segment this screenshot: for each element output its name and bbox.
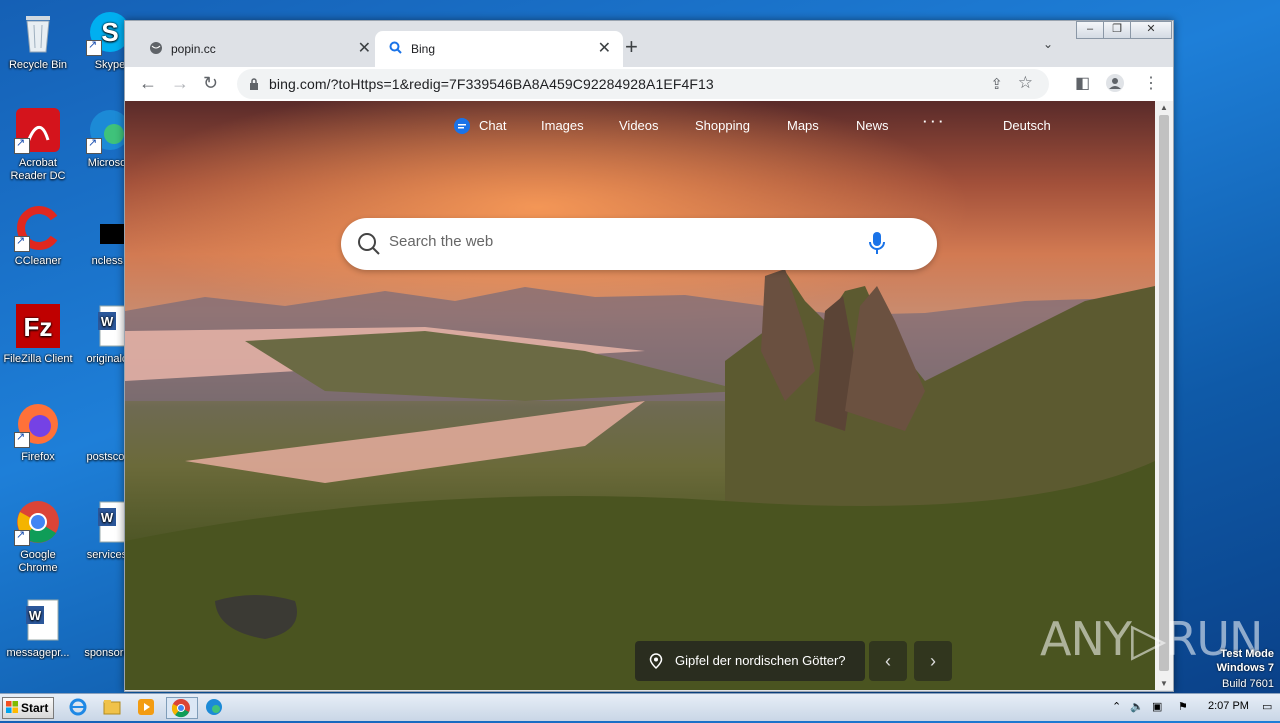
bing-nav-shopping[interactable]: Shopping xyxy=(695,118,750,133)
acrobat-icon xyxy=(14,106,62,154)
taskbar: Start ⌃ 🔈 ▣ ⚑ 2:07 PM ▭ xyxy=(0,693,1280,721)
media-player-icon[interactable] xyxy=(136,697,158,717)
volume-icon[interactable]: 🔈 xyxy=(1130,700,1144,713)
svg-text:W: W xyxy=(101,510,114,525)
bing-chat-link[interactable]: Chat xyxy=(454,118,507,134)
previous-image-button[interactable]: ‹ xyxy=(869,641,907,681)
tab-title: popin.cc xyxy=(171,42,216,56)
bing-nav-news[interactable]: News xyxy=(856,118,889,133)
tab-popin[interactable]: popin.cc ✕ xyxy=(135,31,383,67)
minimize-button[interactable]: ‒ xyxy=(1076,21,1104,39)
new-tab-button[interactable]: + xyxy=(625,34,638,60)
svg-text:W: W xyxy=(101,314,114,329)
internet-explorer-icon[interactable] xyxy=(68,697,90,717)
chrome-icon xyxy=(14,498,62,546)
search-input[interactable] xyxy=(387,232,851,251)
reload-icon[interactable]: ↻ xyxy=(203,73,218,94)
bing-nav-images[interactable]: Images xyxy=(541,118,584,133)
desktop-icon-label: Recycle Bin xyxy=(8,59,68,71)
vertical-scrollbar[interactable]: ▲ ▼ xyxy=(1155,101,1173,690)
start-button[interactable]: Start xyxy=(2,697,54,719)
action-center-flag-icon[interactable]: ⚑ xyxy=(1178,700,1188,713)
menu-kebab-icon[interactable]: ⋮ xyxy=(1143,73,1159,93)
side-panel-icon[interactable]: ◧ xyxy=(1075,73,1090,93)
scrollbar-thumb[interactable] xyxy=(1159,115,1169,671)
ccleaner-icon xyxy=(14,204,62,252)
tab-strip: popin.cc ✕ Bing ✕ + ⌄ ‒ ❐ ✕ xyxy=(125,21,1173,67)
svg-text:W: W xyxy=(29,608,42,623)
bookmark-star-icon[interactable]: ☆ xyxy=(1018,73,1033,93)
desktop-icon-google-chrome[interactable]: Google Chrome xyxy=(0,498,76,575)
file-explorer-icon[interactable] xyxy=(102,697,124,717)
desktop-icon-label: Google Chrome xyxy=(18,549,58,574)
desktop-icon-recycle-bin[interactable]: Recycle Bin xyxy=(0,8,76,72)
tab-close-icon[interactable]: ✕ xyxy=(358,38,371,58)
microphone-icon[interactable] xyxy=(869,231,885,260)
window-controls: ‒ ❐ ✕ xyxy=(1076,21,1172,39)
start-label: Start xyxy=(21,701,49,715)
chevron-down-icon[interactable]: ⌄ xyxy=(1043,37,1053,51)
desktop-icon-messagepr[interactable]: W messagepr... xyxy=(0,596,76,660)
windows-version-text: Windows 7 xyxy=(1216,662,1274,674)
network-icon[interactable]: ▣ xyxy=(1152,700,1162,713)
windows-logo-icon xyxy=(6,701,18,713)
location-pin-icon xyxy=(649,653,663,672)
firefox-icon xyxy=(14,400,62,448)
build-number-text: Build 7601 xyxy=(1222,678,1274,690)
svg-text:Fz: Fz xyxy=(24,312,53,342)
forward-arrow-icon[interactable]: → xyxy=(171,73,189,94)
bing-nav-videos[interactable]: Videos xyxy=(619,118,659,133)
maximize-button[interactable]: ❐ xyxy=(1103,21,1131,39)
svg-text:S: S xyxy=(101,17,118,47)
tab-title: Bing xyxy=(411,42,436,56)
profile-avatar-icon[interactable] xyxy=(1105,73,1125,98)
clock[interactable]: 2:07 PM xyxy=(1208,700,1249,712)
desktop-icon-acrobat[interactable]: Acrobat Reader DC xyxy=(0,106,76,183)
close-button[interactable]: ✕ xyxy=(1130,21,1172,39)
tray-expand-icon[interactable]: ⌃ xyxy=(1112,700,1121,713)
share-icon[interactable]: ⇪ xyxy=(990,75,1003,93)
tab-close-icon[interactable]: ✕ xyxy=(598,38,611,58)
search-icon xyxy=(357,232,381,261)
test-mode-text: Test Mode xyxy=(1220,648,1274,660)
globe-icon xyxy=(149,41,163,55)
landscape-background xyxy=(125,269,1155,690)
desktop-icon-firefox[interactable]: Firefox xyxy=(0,400,76,464)
language-link[interactable]: Deutsch xyxy=(1003,118,1051,133)
browser-window: popin.cc ✕ Bing ✕ + ⌄ ‒ ❐ ✕ ← → ↻ bing.c… xyxy=(124,20,1174,692)
image-caption[interactable]: Gipfel der nordischen Götter? xyxy=(635,641,865,681)
browser-toolbar: ← → ↻ bing.com/?toHttps=1&redig=7F339546… xyxy=(125,67,1173,101)
address-url: bing.com/?toHttps=1&redig=7F339546BA8A45… xyxy=(269,76,714,92)
edge-taskbar-icon[interactable] xyxy=(204,697,226,717)
tab-bing[interactable]: Bing ✕ xyxy=(375,31,623,67)
search-icon xyxy=(389,41,403,55)
show-desktop-icon[interactable]: ▭ xyxy=(1262,700,1272,713)
desktop-icon-label: CCleaner xyxy=(14,255,62,267)
filezilla-icon: Fz xyxy=(14,302,62,350)
bing-search-box[interactable] xyxy=(341,218,937,270)
desktop-icon-label: FileZilla Client xyxy=(3,353,73,365)
recycle-bin-icon xyxy=(14,8,62,56)
desktop-icon-ccleaner[interactable]: CCleaner xyxy=(0,204,76,268)
next-image-button[interactable]: › xyxy=(914,641,952,681)
bing-nav-maps[interactable]: Maps xyxy=(787,118,819,133)
scroll-down-arrow-icon[interactable]: ▼ xyxy=(1160,679,1168,688)
page-viewport: Chat Images Videos Shopping Maps News · … xyxy=(125,101,1155,690)
desktop-icon-label: Firefox xyxy=(21,451,55,463)
back-arrow-icon[interactable]: ← xyxy=(139,73,157,94)
desktop-icon-filezilla[interactable]: Fz FileZilla Client xyxy=(0,302,76,366)
desktop-icon-label: Acrobat Reader DC xyxy=(10,157,66,182)
chrome-taskbar-button[interactable] xyxy=(166,697,198,719)
chat-label: Chat xyxy=(479,118,507,133)
scroll-up-arrow-icon[interactable]: ▲ xyxy=(1160,103,1168,112)
lock-icon xyxy=(249,77,259,90)
desktop-icon-label: messagepr... xyxy=(6,647,70,659)
address-bar[interactable]: bing.com/?toHttps=1&redig=7F339546BA8A45… xyxy=(237,69,1049,99)
bing-nav-more[interactable]: · · · xyxy=(923,114,943,129)
caption-text: Gipfel der nordischen Götter? xyxy=(675,653,846,668)
word-document-icon: W xyxy=(14,596,62,644)
chat-icon xyxy=(454,118,470,134)
